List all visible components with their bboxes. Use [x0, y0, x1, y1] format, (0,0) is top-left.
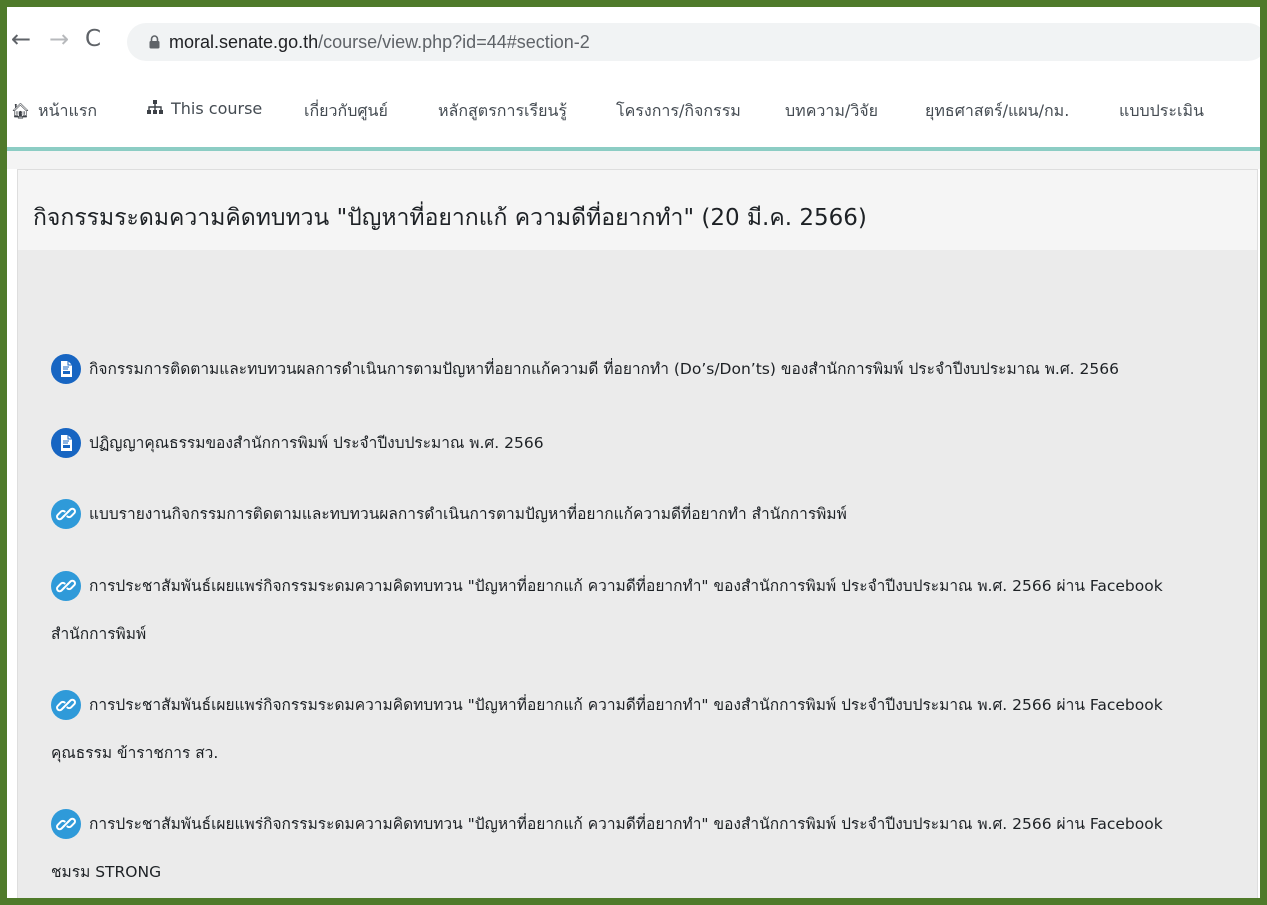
link-icon [51, 499, 81, 529]
forward-arrow-icon[interactable]: → [49, 27, 69, 51]
activity-link[interactable]: กิจกรรมการติดตามและทบทวนผลการดำเนินการตา… [89, 358, 1119, 380]
menu-item-label: โครงการ/กิจกรรม [616, 101, 741, 120]
menu-item-label: ยุทธศาสตร์/แผน/กม. [925, 101, 1070, 120]
menu-item-label: หลักสูตรการเรียนรู้ [438, 101, 568, 120]
activity-link[interactable]: การประชาสัมพันธ์เผยแพร่กิจกรรมระดมความคิ… [89, 575, 1163, 597]
home-icon: 🏠︎ [11, 102, 31, 120]
activity-link[interactable]: แบบรายงานกิจกรรมการติดตามและทบทวนผลการดำ… [89, 503, 847, 525]
link-icon [51, 571, 81, 601]
address-bar[interactable]: moral.senate.go.th/course/view.php?id=44… [127, 23, 1260, 61]
back-arrow-icon[interactable]: ← [11, 27, 31, 51]
menu-item-label: This course [171, 99, 263, 118]
screenshot-frame: ← → C moral.senate.go.th/course/view.php… [0, 0, 1267, 905]
sitemap-icon [147, 100, 163, 118]
activity-link[interactable]: การประชาสัมพันธ์เผยแพร่กิจกรรมระดมความคิ… [89, 813, 1163, 835]
lock-icon [149, 35, 160, 49]
site-nav-menu: 🏠︎ หน้าแรก This course เกี่ยวกับศูนย์ หลั… [7, 71, 1260, 149]
url-text: moral.senate.go.th/course/view.php?id=44… [169, 23, 590, 61]
menu-item-label: แบบประเมิน [1119, 101, 1204, 120]
menu-item-label: บทความ/วิจัย [785, 101, 879, 120]
activity-link-continuation[interactable]: สำนักการพิมพ์ [51, 623, 146, 645]
reload-icon[interactable]: C [85, 27, 101, 51]
activity-link[interactable]: การประชาสัมพันธ์เผยแพร่กิจกรรมระดมความคิ… [89, 694, 1163, 716]
menu-item-this-course[interactable]: This course [147, 99, 262, 118]
pdf-file-icon [51, 428, 81, 458]
menu-item-label: เกี่ยวกับศูนย์ [304, 101, 388, 120]
menu-item-evaluation[interactable]: แบบประเมิน [1119, 99, 1204, 124]
url-host: moral.senate.go.th [169, 32, 319, 52]
activity-link[interactable]: ปฏิญญาคุณธรรมของสำนักการพิมพ์ ประจำปีงบป… [89, 432, 544, 454]
section-header: กิจกรรมระดมความคิดทบทวน "ปัญหาที่อยากแก้… [18, 170, 1257, 250]
url-path: /course/view.php?id=44#section-2 [318, 32, 590, 52]
activity-link-continuation[interactable]: ชมรม STRONG [51, 861, 161, 883]
menu-item-articles[interactable]: บทความ/วิจัย [785, 99, 878, 124]
menu-item-curriculum[interactable]: หลักสูตรการเรียนรู้ [438, 99, 567, 124]
browser-toolbar: ← → C moral.senate.go.th/course/view.php… [7, 7, 1260, 71]
activity-link-continuation[interactable]: คุณธรรม ข้าราชการ สว. [51, 742, 218, 764]
menu-item-strategy[interactable]: ยุทธศาสตร์/แผน/กม. [925, 99, 1069, 124]
menu-item-label: หน้าแรก [38, 101, 98, 120]
menu-item-home[interactable]: 🏠︎ หน้าแรก [11, 99, 97, 124]
content-top-gap [7, 151, 1260, 169]
link-icon [51, 809, 81, 839]
section-title: กิจกรรมระดมความคิดทบทวน "ปัญหาที่อยากแก้… [33, 205, 867, 231]
menu-item-about[interactable]: เกี่ยวกับศูนย์ [304, 99, 388, 124]
link-icon [51, 690, 81, 720]
menu-item-projects[interactable]: โครงการ/กิจกรรม [616, 99, 741, 124]
course-section: กิจกรรมระดมความคิดทบทวน "ปัญหาที่อยากแก้… [17, 169, 1258, 898]
pdf-file-icon [51, 354, 81, 384]
